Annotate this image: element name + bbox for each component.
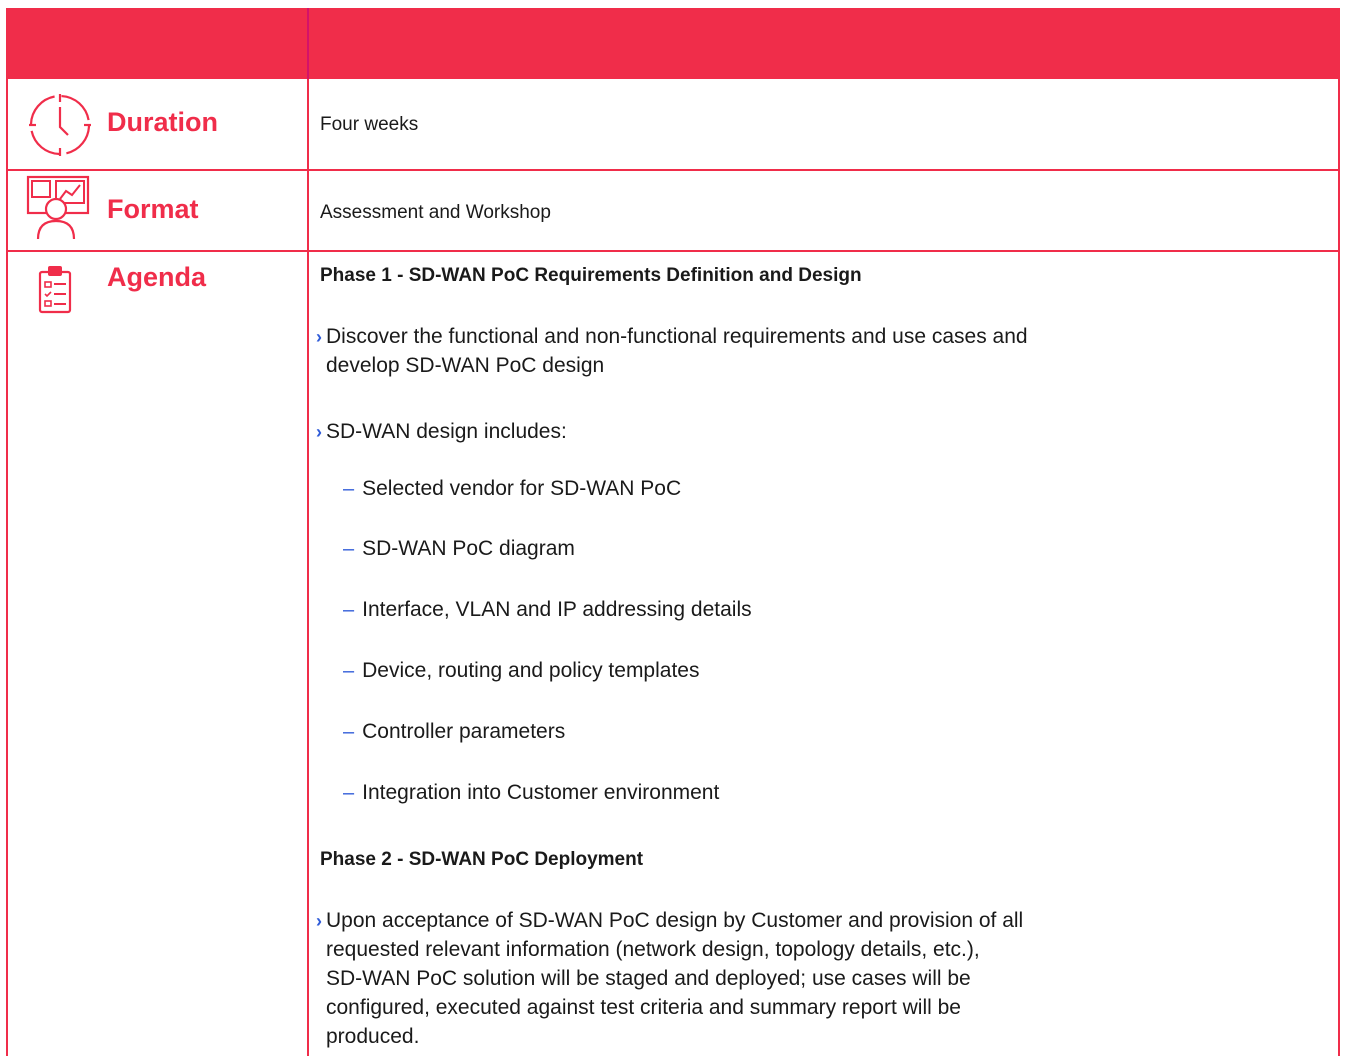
list-item-text: Selected vendor for SD-WAN PoC — [362, 477, 682, 500]
list-item-text: SD-WAN PoC diagram — [362, 537, 575, 560]
bullet-line: SD-WAN PoC solution will be staged and d… — [326, 967, 971, 990]
table-header-bar — [6, 8, 1340, 79]
bullet-line: configured, executed against test criter… — [326, 996, 961, 1019]
phase1-bullet-design-includes: › SD-WAN design includes: — [316, 417, 1316, 447]
bullet-line: develop SD-WAN PoC design — [326, 354, 605, 377]
phase1-bullet-discover: › Discover the functional and non-functi… — [316, 322, 1316, 380]
row-divider-format — [6, 250, 1340, 252]
list-item: – Interface, VLAN and IP addressing deta… — [343, 598, 752, 622]
duration-label: Duration — [107, 107, 218, 137]
column-divider — [307, 79, 309, 1056]
bullet-line: SD-WAN design includes: — [326, 420, 567, 443]
dash-bullet-icon: – — [343, 659, 355, 682]
list-item: – Device, routing and policy templates — [343, 659, 699, 683]
row-divider-duration — [6, 169, 1340, 171]
list-item-text: Interface, VLAN and IP addressing detail… — [362, 598, 752, 621]
dash-bullet-icon: – — [343, 781, 355, 804]
format-label: Format — [107, 194, 199, 224]
phase2-bullet-deployment: › Upon acceptance of SD-WAN PoC design b… — [316, 906, 1316, 1051]
header-column-divider — [307, 8, 309, 79]
phase2-title: Phase 2 - SD-WAN PoC Deployment — [320, 849, 644, 870]
chevron-bullet-icon: › — [316, 327, 322, 347]
bullet-line: Discover the functional and non-function… — [326, 325, 1028, 348]
dash-bullet-icon: – — [343, 537, 355, 560]
bullet-line: requested relevant information (network … — [326, 938, 980, 961]
chevron-bullet-icon: › — [316, 911, 322, 931]
format-value: Assessment and Workshop — [320, 202, 551, 223]
table-border-right — [1338, 79, 1340, 1056]
table-border-left — [6, 79, 8, 1056]
list-item-text: Controller parameters — [362, 720, 566, 743]
dash-bullet-icon: – — [343, 598, 355, 621]
list-item-text: Integration into Customer environment — [362, 781, 720, 804]
duration-value: Four weeks — [320, 114, 419, 135]
clipboard-checklist-icon — [38, 264, 72, 314]
list-item: – Controller parameters — [343, 720, 565, 744]
clock-icon — [24, 91, 96, 159]
phase1-title: Phase 1 - SD-WAN PoC Requirements Defini… — [320, 265, 862, 286]
agenda-table: Duration Four weeks Format Assessment an… — [0, 0, 1346, 1056]
agenda-label: Agenda — [107, 262, 207, 292]
list-item: – Selected vendor for SD-WAN PoC — [343, 477, 681, 501]
list-item-text: Device, routing and policy templates — [362, 659, 700, 682]
list-item: – Integration into Customer environment — [343, 781, 719, 805]
dash-bullet-icon: – — [343, 477, 355, 500]
list-item: – SD-WAN PoC diagram — [343, 537, 575, 561]
bullet-line: Upon acceptance of SD-WAN PoC design by … — [326, 909, 1024, 932]
presentation-icon — [26, 175, 98, 241]
dash-bullet-icon: – — [343, 720, 355, 743]
chevron-bullet-icon: › — [316, 422, 322, 442]
bullet-line: produced. — [326, 1025, 420, 1048]
